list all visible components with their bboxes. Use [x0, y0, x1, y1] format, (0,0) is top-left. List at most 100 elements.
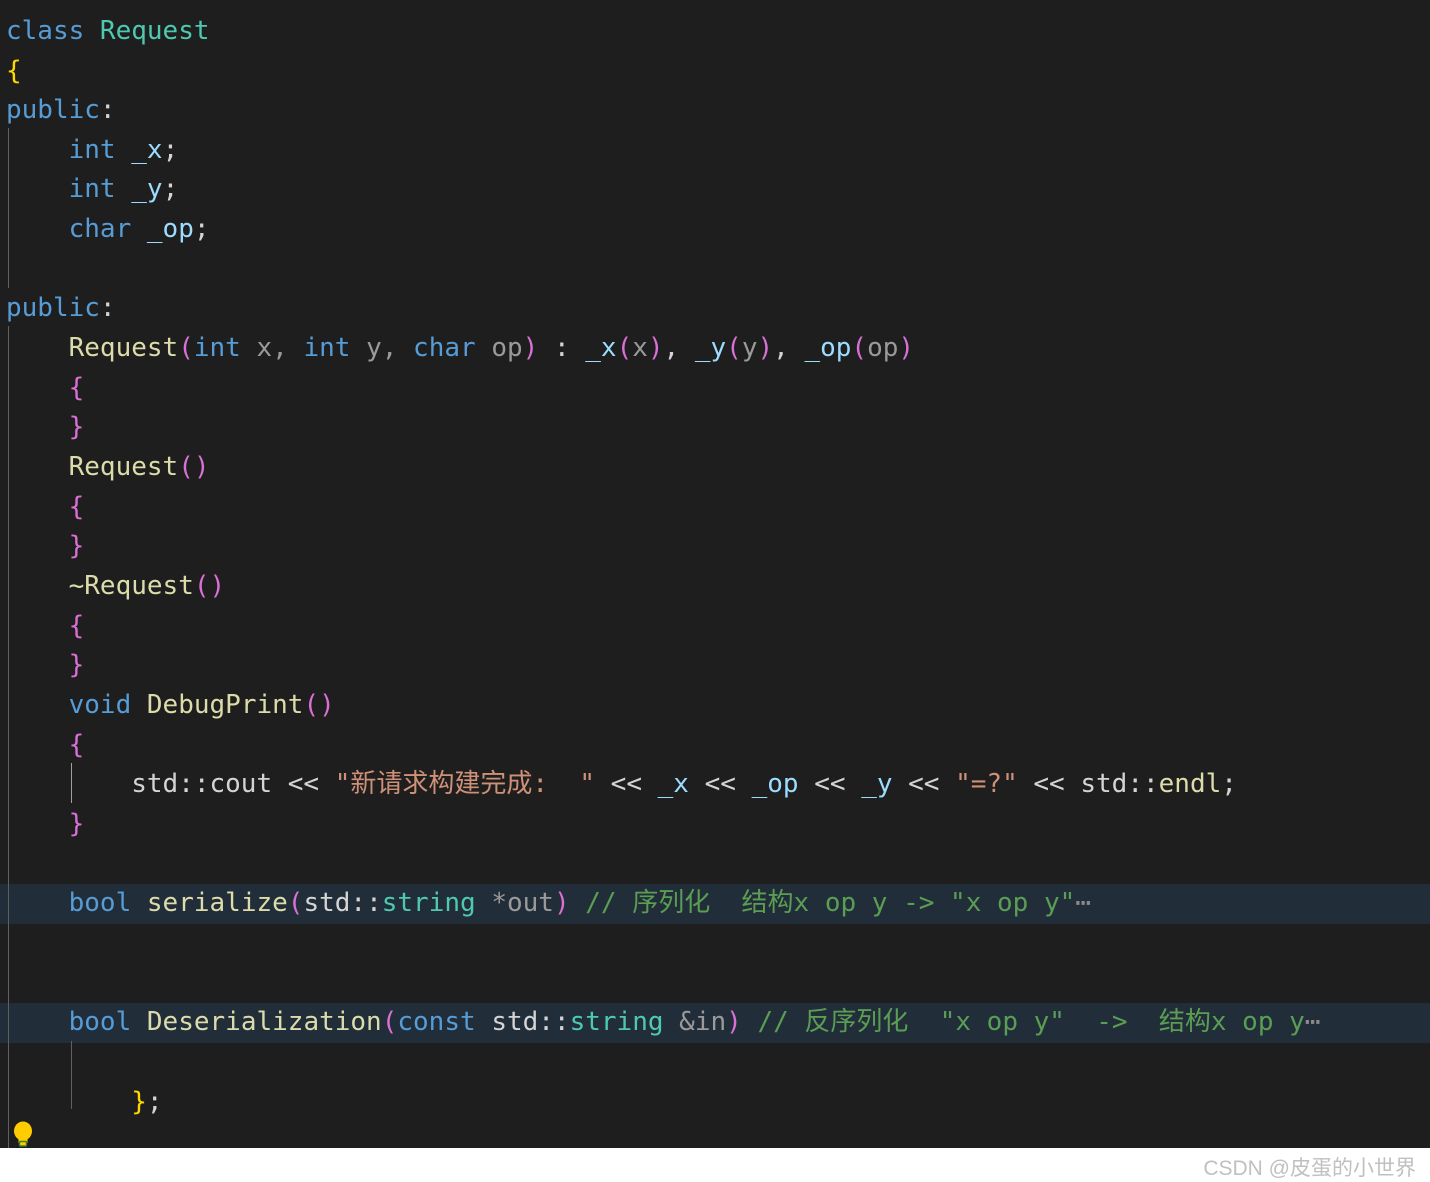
code-line-28[interactable]: };: [0, 1083, 1430, 1123]
token-var: _op: [804, 333, 852, 363]
code-line-1[interactable]: class Request: [0, 12, 1430, 52]
token-cmt: // 序列化 结构x op y -> "x op y": [585, 888, 1076, 918]
token-plain: <<: [892, 769, 956, 799]
token-plain: ::: [350, 888, 382, 918]
token-param: &in: [679, 1007, 727, 1037]
token-b-p: ): [757, 333, 774, 363]
code-line-2[interactable]: {: [0, 52, 1430, 92]
token-type: Request: [99, 16, 210, 46]
code-line-text: }: [6, 646, 85, 686]
token-b-p: (: [381, 1007, 398, 1037]
code-line-4[interactable]: int _x;: [0, 131, 1430, 171]
code-line-text: {: [6, 607, 85, 647]
code-line-text: Request(): [6, 448, 210, 488]
token-plain: ::: [1127, 769, 1159, 799]
code-line-6[interactable]: char _op;: [0, 210, 1430, 250]
token-plain: ::: [178, 769, 210, 799]
code-line-text: }: [6, 527, 85, 567]
token-var: _y: [861, 769, 893, 799]
token-b-p: }: [68, 412, 85, 442]
code-line-27[interactable]: [0, 1043, 1430, 1083]
code-line-24[interactable]: [0, 924, 1430, 964]
code-line-17[interactable]: }: [0, 646, 1430, 686]
token-b-p: ): [522, 333, 539, 363]
lightbulb-icon[interactable]: [12, 1121, 34, 1147]
token-fn: ~Request: [68, 571, 194, 601]
code-line-3[interactable]: public:: [0, 91, 1430, 131]
token-plain: ,: [663, 333, 695, 363]
code-line-13[interactable]: {: [0, 488, 1430, 528]
token-plain: ;: [146, 1087, 163, 1117]
token-str: "=?": [955, 769, 1018, 799]
code-line-text: int _y;: [6, 170, 179, 210]
token-kw: char: [68, 214, 132, 244]
token-plain: ;: [162, 174, 179, 204]
code-line-26[interactable]: bool Deserialization(const std::string &…: [0, 1003, 1430, 1043]
token-type: string: [381, 888, 476, 918]
code-line-16[interactable]: {: [0, 607, 1430, 647]
code-line-text: ~Request(): [6, 567, 226, 607]
token-plain: ::: [538, 1007, 570, 1037]
token-kw: int: [193, 333, 241, 363]
token-b-p: (: [616, 333, 633, 363]
token-var: _op: [146, 214, 194, 244]
token-plain: ,: [773, 333, 805, 363]
code-line-10[interactable]: {: [0, 369, 1430, 409]
code-line-22[interactable]: [0, 845, 1430, 885]
code-line-text: void DebugPrint(): [6, 686, 335, 726]
token-var: _x: [585, 333, 617, 363]
code-line-text: {: [6, 52, 22, 92]
code-line-11[interactable]: }: [0, 408, 1430, 448]
indent-guide-0: [8, 128, 9, 288]
code-line-25[interactable]: [0, 964, 1430, 1004]
code-line-15[interactable]: ~Request(): [0, 567, 1430, 607]
code-line-12[interactable]: Request(): [0, 448, 1430, 488]
code-line-text: };: [6, 1083, 163, 1123]
token-b-p: }: [68, 650, 85, 680]
token-fn: Deserialization: [146, 1007, 382, 1037]
code-line-21[interactable]: }: [0, 805, 1430, 845]
indent-guide-1: [8, 326, 9, 1148]
code-line-text: Request(int x, int y, char op) : _x(x), …: [6, 329, 914, 369]
code-line-text: }: [6, 408, 85, 448]
code-line-text: {: [6, 369, 85, 409]
code-line-7[interactable]: [0, 250, 1430, 290]
token-plain: cout: [209, 769, 273, 799]
token-plain: <<: [272, 769, 335, 799]
token-fn: Request: [68, 333, 179, 363]
code-line-19[interactable]: {: [0, 726, 1430, 766]
code-line-5[interactable]: int _y;: [0, 170, 1430, 210]
token-fn: serialize: [146, 888, 288, 918]
code-line-20[interactable]: std::cout << "新请求构建完成: " << _x << _op <<…: [0, 765, 1430, 805]
token-var: _x: [131, 135, 163, 165]
token-param: x,: [240, 333, 304, 363]
token-fn: DebugPrint: [146, 690, 304, 720]
token-plain: std: [491, 1007, 539, 1037]
code-line-8[interactable]: public:: [0, 289, 1430, 329]
code-line-23[interactable]: bool serialize(std::string *out) // 序列化 …: [0, 884, 1430, 924]
token-kw: class: [6, 16, 100, 46]
code-line-text: }: [6, 805, 85, 845]
code-line-14[interactable]: }: [0, 527, 1430, 567]
code-line-text: {: [6, 726, 85, 766]
token-b-p: {: [68, 492, 85, 522]
code-line-18[interactable]: void DebugPrint(): [0, 686, 1430, 726]
code-editor[interactable]: class Request {public: int _x; int _y; ch…: [0, 0, 1430, 1148]
code-line-9[interactable]: Request(int x, int y, char op) : _x(x), …: [0, 329, 1430, 369]
token-var: _y: [131, 174, 163, 204]
token-b-p: (: [726, 333, 742, 363]
